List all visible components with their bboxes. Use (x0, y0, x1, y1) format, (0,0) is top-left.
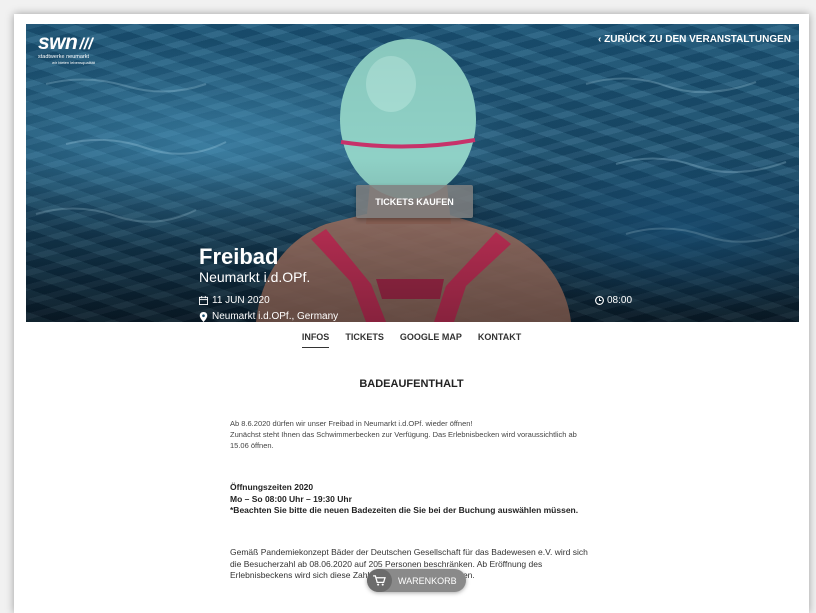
tab-infos[interactable]: INFOS (301, 332, 330, 348)
event-date: 11 JUN 2020 (199, 295, 270, 306)
hours-note: *Beachten Sie bitte die neuen Badezeiten… (230, 505, 579, 515)
clock-icon (595, 296, 604, 305)
event-tabs: INFOS TICKETS GOOGLE MAP KONTAKT (14, 332, 809, 348)
tab-tickets[interactable]: TICKETS (345, 332, 384, 348)
event-time: 08:00 (595, 295, 632, 306)
logo-slogan: wir bieten lebensqualität (52, 60, 95, 65)
calendar-icon (199, 296, 208, 305)
opening-hours: Öffnungszeiten 2020 Mo – So 08:00 Uhr – … (230, 482, 592, 517)
tab-google-map[interactable]: GOOGLE MAP (400, 332, 462, 348)
intro-line-2: Zunächst steht Ihnen das Schwimmerbecken… (230, 430, 577, 450)
event-date-text: 11 JUN 2020 (212, 295, 270, 306)
page-frame: swn/// stadtwerke neumarkt wir bieten le… (14, 14, 809, 613)
map-pin-icon (199, 311, 208, 322)
back-to-events-link[interactable]: ‹ ZURÜCK ZU DEN VERANSTALTUNGEN (598, 34, 791, 45)
buy-tickets-button[interactable]: TICKETS KAUFEN (356, 185, 473, 218)
hours-line: Mo – So 08:00 Uhr – 19:30 Uhr (230, 493, 352, 504)
event-time-text: 08:00 (607, 295, 633, 306)
cart-icon (367, 569, 392, 592)
event-location-text: Neumarkt i.d.OPf., Germany (212, 311, 339, 322)
event-title: Freibad (199, 244, 279, 269)
cart-label: WARENKORB (398, 575, 457, 586)
hero-overlay (26, 24, 799, 322)
wave-icon: /// (79, 36, 93, 53)
logo-brand: swn (38, 31, 78, 54)
event-subtitle: Neumarkt i.d.OPf. (199, 269, 311, 285)
event-location: Neumarkt i.d.OPf., Germany (199, 311, 338, 322)
hours-title: Öffnungszeiten 2020 (230, 482, 314, 492)
cart-button[interactable]: WARENKORB (367, 569, 466, 592)
back-link-label: ZURÜCK ZU DEN VERANSTALTUNGEN (604, 34, 791, 45)
intro-paragraph: Ab 8.6.2020 dürfen wir unser Freibad in … (230, 418, 592, 451)
intro-line-1: Ab 8.6.2020 dürfen wir unser Freibad in … (230, 419, 473, 428)
tab-kontakt[interactable]: KONTAKT (478, 332, 521, 348)
swn-logo[interactable]: swn/// stadtwerke neumarkt wir bieten le… (38, 31, 95, 65)
hero-banner: swn/// stadtwerke neumarkt wir bieten le… (26, 24, 799, 322)
section-heading: BADEAUFENTHALT (359, 378, 464, 390)
